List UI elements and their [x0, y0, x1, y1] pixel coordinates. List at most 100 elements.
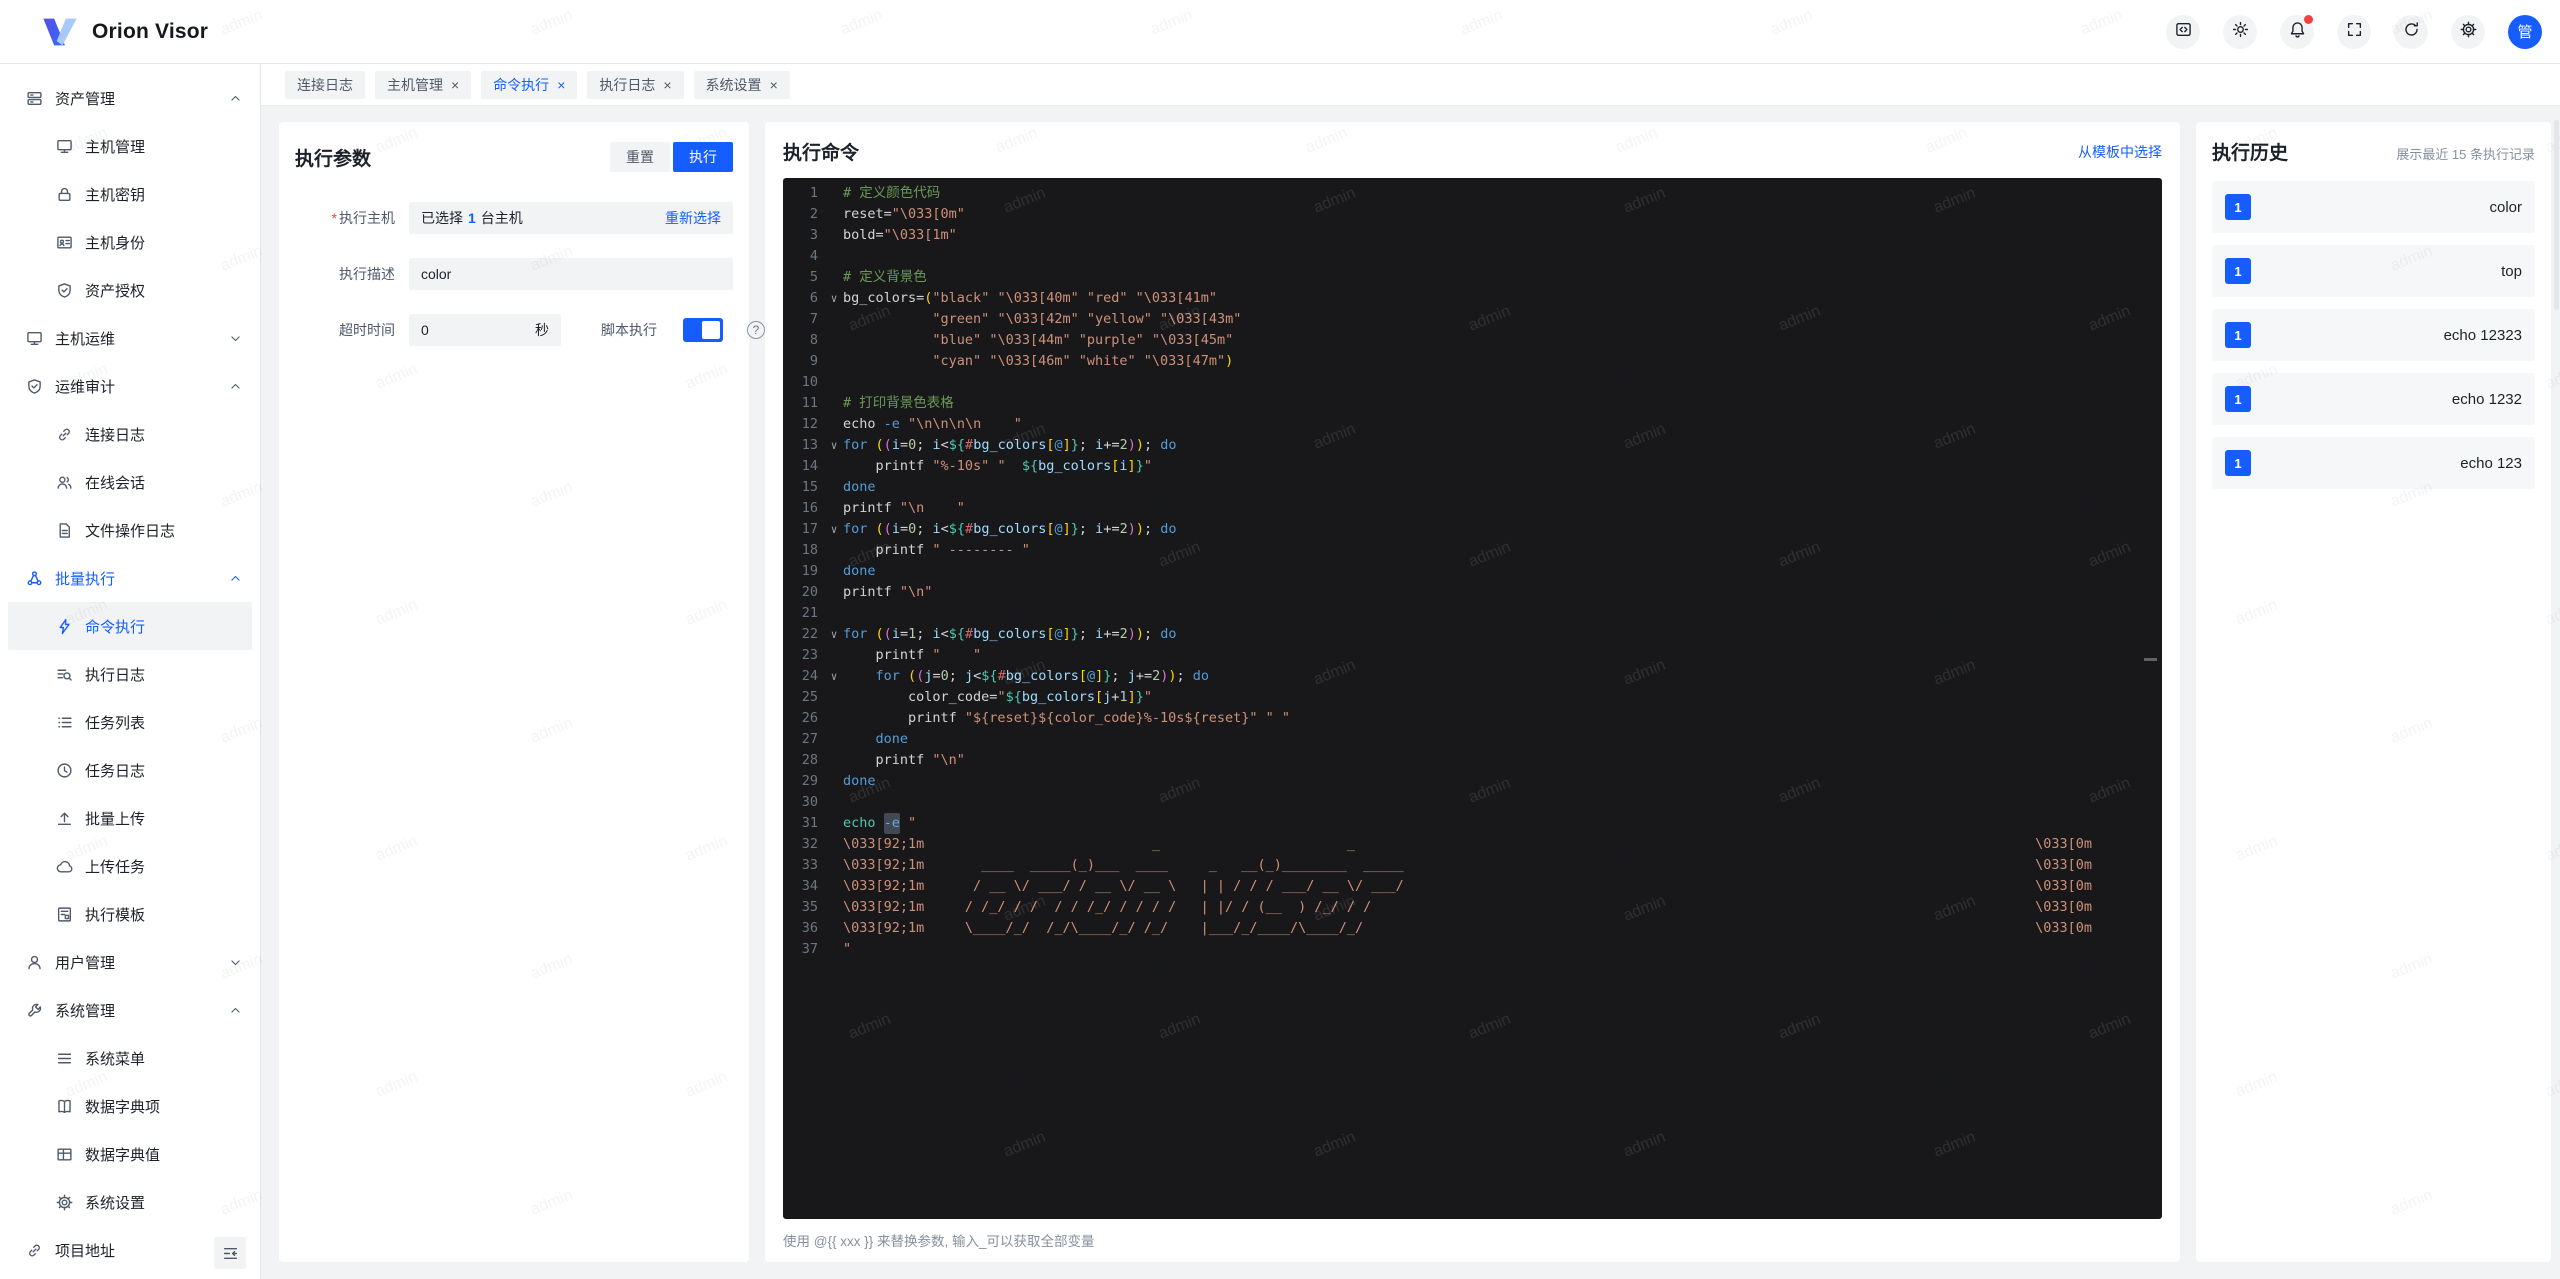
timeout-input[interactable]	[409, 322, 509, 338]
users-icon	[56, 474, 73, 491]
sidebar-item[interactable]: 系统菜单	[8, 1034, 252, 1082]
template-icon	[56, 906, 73, 923]
host-label: * 执行主机	[331, 210, 395, 226]
fold-gutter	[825, 330, 843, 351]
reselect-link[interactable]: 重新选择	[665, 208, 721, 228]
sidebar-item-label: 资产管理	[55, 90, 116, 108]
tab[interactable]: 系统设置 ×	[693, 70, 790, 99]
code-line: 16 printf "\n "	[783, 498, 2162, 519]
sidebar-item[interactable]: 系统管理	[8, 986, 252, 1034]
code-editor[interactable]: 1 # 定义颜色代码 2 reset= "\033[0m" 3 bold= "\033[1m"…	[783, 178, 2162, 1219]
select-from-template-link[interactable]: 从模板中选择	[2078, 142, 2162, 162]
fold-chevron-icon[interactable]: ∨	[825, 288, 843, 309]
sidebar-item[interactable]: 资产管理	[8, 74, 252, 122]
app-root: Orion Visor 管 资产管理主机管理 主机密钥 主机身份 资产授权 主机运维 运维…	[0, 0, 2560, 1279]
refresh-button[interactable]	[2394, 14, 2428, 49]
sidebar-item[interactable]: 数据字典项	[8, 1082, 252, 1130]
fold-gutter	[825, 897, 843, 918]
fold-chevron-icon[interactable]: ∨	[825, 435, 843, 456]
reset-button[interactable]: 重置	[610, 142, 670, 172]
sidebar-item-label: 上传任务	[85, 858, 146, 876]
main-column: 连接日志 主机管理 × 命令执行 × 执行日志 × 系统设置 × 执行参数 重置 执行 * 执行主…	[261, 64, 2560, 1279]
close-icon[interactable]: ×	[663, 78, 671, 92]
history-item[interactable]: 1 echo 123	[2212, 437, 2535, 489]
avatar[interactable]: 管	[2508, 14, 2542, 49]
lock-icon	[56, 186, 73, 203]
sidebar-item[interactable]: 运维审计	[8, 362, 252, 410]
sidebar-item[interactable]: 连接日志	[8, 410, 252, 458]
fold-chevron-icon[interactable]: ∨	[825, 519, 843, 540]
line-number: 31	[801, 815, 818, 831]
history-item[interactable]: 1 color	[2212, 181, 2535, 233]
sidebar-item[interactable]: 批量执行	[8, 554, 252, 602]
sidebar-item[interactable]: 任务列表	[8, 698, 252, 746]
watermark-text: admin	[1621, 1128, 1668, 1161]
code-text: printf "\n"	[843, 752, 965, 768]
sidebar-item[interactable]: 执行模板	[8, 890, 252, 938]
history-command-text: echo 1232	[2451, 390, 2522, 408]
sidebar-item[interactable]: 主机身份	[8, 218, 252, 266]
code-line: 8 "blue" "\033[44m" "purple" "\033[45m"	[783, 330, 2162, 351]
sidebar-item[interactable]: 数据字典值	[8, 1130, 252, 1178]
fold-chevron-icon[interactable]: ∨	[825, 666, 843, 687]
sidebar-item[interactable]: 命令执行	[8, 602, 252, 650]
tab[interactable]: 连接日志	[285, 70, 365, 99]
code-text: printf " -------- "	[843, 542, 1030, 558]
history-item[interactable]: 1 top	[2212, 245, 2535, 297]
tab[interactable]: 主机管理 ×	[375, 70, 472, 99]
sidebar-item[interactable]: 主机管理	[8, 122, 252, 170]
close-icon[interactable]: ×	[451, 78, 459, 92]
sidebar-item[interactable]: 任务日志	[8, 746, 252, 794]
history-item[interactable]: 1 echo 1232	[2212, 373, 2535, 425]
tab[interactable]: 命令执行 ×	[481, 70, 578, 99]
run-button[interactable]: 执行	[673, 142, 733, 172]
line-number: 13	[801, 437, 818, 453]
fullscreen-button[interactable]	[2337, 14, 2371, 49]
sidebar-item[interactable]: 上传任务	[8, 842, 252, 890]
line-number: 19	[801, 563, 818, 579]
code-text: done	[843, 479, 876, 495]
gear-button[interactable]	[2451, 14, 2485, 49]
fold-gutter	[825, 582, 843, 603]
script-exec-toggle[interactable]	[683, 318, 723, 342]
fold-gutter	[825, 876, 843, 897]
host-field[interactable]: 已选择 1 台主机 重新选择	[409, 202, 733, 234]
sidebar-item[interactable]: 主机运维	[8, 314, 252, 362]
sidebar-item-label: 命令执行	[85, 618, 146, 636]
sidebar-item-label: 连接日志	[85, 426, 146, 444]
code-line: 13 ∨ for ((i = 0; i < ${# bg_colors[@]}; i += 2))…	[783, 435, 2162, 456]
sidebar-item[interactable]: 资产授权	[8, 266, 252, 314]
refresh-icon	[2403, 21, 2420, 43]
sidebar-item[interactable]: 在线会话	[8, 458, 252, 506]
sidebar-item[interactable]: 系统设置	[8, 1178, 252, 1226]
desc-input[interactable]	[409, 258, 733, 290]
line-number: 25	[801, 689, 818, 705]
bell-button[interactable]	[2280, 14, 2314, 49]
sidebar-item[interactable]: 主机密钥	[8, 170, 252, 218]
sidebar-item[interactable]: 文件操作日志	[8, 506, 252, 554]
body: 资产管理 主机管理 主机密钥 主机身份 资产授权 主机运维 运维审计 连接日志 在线会话 文件操作…	[0, 64, 2560, 1279]
fold-gutter	[825, 267, 843, 288]
line-number: 1	[809, 185, 818, 201]
code-text: \033[92;1m \____/_/ /_/\____/_/ /_/ |___…	[843, 920, 2092, 936]
sidebar-item[interactable]: 批量上传	[8, 794, 252, 842]
brightness-button[interactable]	[2223, 14, 2257, 49]
fold-chevron-icon[interactable]: ∨	[825, 624, 843, 645]
close-icon[interactable]: ×	[770, 78, 778, 92]
monitor-icon	[26, 330, 43, 347]
line-number: 22	[801, 626, 818, 642]
page-scrollbar[interactable]	[2554, 120, 2559, 310]
sidebar-item[interactable]: 用户管理	[8, 938, 252, 986]
code-window-button[interactable]	[2166, 14, 2200, 49]
line-number: 27	[801, 731, 818, 747]
watermark-text: admin	[1001, 1128, 1048, 1161]
app-title: Orion Visor	[92, 19, 209, 43]
line-number: 33	[801, 857, 818, 873]
history-item[interactable]: 1 echo 12323	[2212, 309, 2535, 361]
sidebar-collapse-button[interactable]	[214, 1237, 246, 1269]
help-icon[interactable]: ?	[747, 321, 765, 339]
tab[interactable]: 执行日志 ×	[587, 70, 684, 99]
close-icon[interactable]: ×	[557, 78, 565, 92]
list-icon	[56, 714, 73, 731]
sidebar-item[interactable]: 执行日志	[8, 650, 252, 698]
